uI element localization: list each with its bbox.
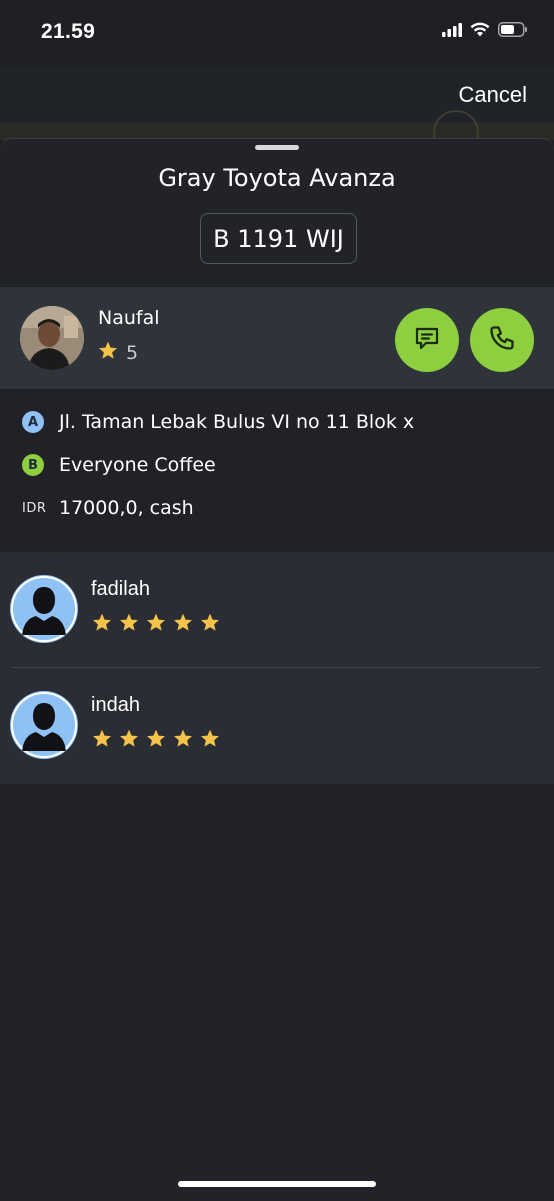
currency-label: IDR [22, 500, 47, 516]
call-button[interactable] [470, 308, 534, 372]
sheet-grabber[interactable] [255, 145, 299, 150]
star-icon [98, 341, 118, 365]
phone-icon [488, 324, 516, 357]
license-plate: B 1191 WIJ [200, 213, 357, 264]
trip-details: A Jl. Taman Lebak Bulus VI no 11 Blok x … [0, 389, 554, 552]
avatar [10, 691, 78, 759]
cancel-button[interactable]: Cancel [459, 82, 527, 108]
battery-icon [498, 22, 528, 42]
driver-avatar [20, 306, 84, 370]
star-icon [200, 729, 220, 753]
dropoff-address: Everyone Coffee [59, 454, 216, 476]
dropoff-badge: B [22, 454, 44, 476]
trip-sheet: Gray Toyota Avanza B 1191 WIJ Naufal 5 A… [0, 138, 554, 1201]
vehicle-title: Gray Toyota Avanza [158, 164, 396, 192]
fare-value: 17000,0, cash [59, 497, 194, 519]
pickup-address: Jl. Taman Lebak Bulus VI no 11 Blok x [59, 411, 415, 433]
star-icon [92, 729, 112, 753]
star-icon [173, 729, 193, 753]
status-icons [442, 22, 528, 42]
status-bar: 21.59 [0, 0, 554, 66]
chat-icon [413, 324, 441, 357]
signal-icon [442, 22, 462, 42]
passenger-name: fadilah [91, 578, 150, 600]
status-time: 21.59 [41, 20, 96, 43]
star-icon [200, 613, 220, 637]
passenger-rating [92, 613, 220, 637]
driver-rating-value: 5 [126, 342, 139, 364]
chat-button[interactable] [395, 308, 459, 372]
pickup-row: A Jl. Taman Lebak Bulus VI no 11 Blok x [22, 411, 414, 433]
pickup-badge: A [22, 411, 44, 433]
driver-name: Naufal [98, 307, 160, 329]
driver-rating: 5 [98, 341, 138, 365]
passenger-name: indah [91, 694, 140, 716]
star-icon [92, 613, 112, 637]
star-icon [146, 613, 166, 637]
passenger-list: fadilah indah [0, 552, 554, 784]
avatar [10, 575, 78, 643]
star-icon [119, 729, 139, 753]
list-item[interactable]: fadilah [0, 552, 554, 668]
fare-row: IDR 17000,0, cash [22, 497, 194, 519]
list-item[interactable]: indah [0, 668, 554, 784]
dropoff-row: B Everyone Coffee [22, 454, 216, 476]
star-icon [146, 729, 166, 753]
star-icon [173, 613, 193, 637]
driver-row: Naufal 5 [0, 287, 554, 389]
wifi-icon [470, 22, 490, 42]
home-indicator[interactable] [178, 1181, 376, 1187]
star-icon [119, 613, 139, 637]
passenger-rating [92, 729, 220, 753]
